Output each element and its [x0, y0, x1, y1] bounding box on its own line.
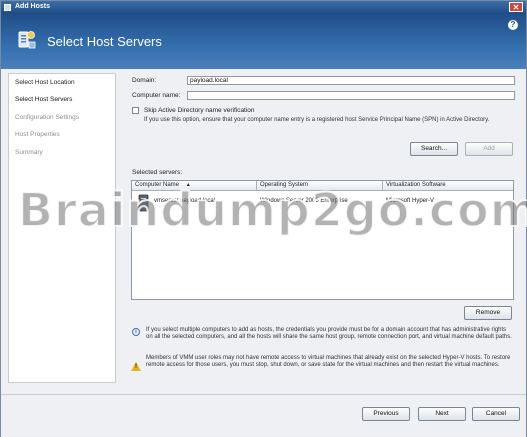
computer-name-label: Computer name:	[132, 92, 181, 99]
add-button[interactable]: Add	[465, 142, 513, 156]
step-configuration-settings[interactable]: Configuration Settings	[15, 114, 79, 121]
info-note: If you select multiple computers to add …	[146, 327, 512, 340]
host-servers-icon	[18, 31, 36, 49]
wizard-footer: Previous Next Cancel	[1, 394, 526, 437]
cancel-button[interactable]: Cancel	[472, 407, 520, 421]
previous-button[interactable]: Previous	[362, 407, 410, 421]
domain-label: Domain:	[132, 77, 157, 84]
step-select-host-location[interactable]: Select Host Location	[15, 79, 75, 86]
skip-ad-label: Skip Active Directory name verification	[144, 107, 255, 114]
step-select-host-servers[interactable]: Select Host Servers	[15, 96, 72, 103]
close-button[interactable]: ✕	[509, 2, 523, 12]
wizard-header: Select Host Servers ?	[1, 14, 526, 69]
watermark: Braindump2go.com	[17, 182, 527, 238]
warning-note: Members of VMM user roles may not have r…	[146, 355, 511, 368]
warning-icon: !	[131, 362, 141, 371]
next-button[interactable]: Next	[418, 407, 466, 421]
search-button[interactable]: Search...	[410, 142, 458, 156]
computer-name-field[interactable]	[187, 91, 515, 100]
title-bar: Add Hosts ✕	[1, 1, 526, 14]
step-host-properties[interactable]: Host Properties	[15, 131, 60, 138]
help-icon[interactable]: ?	[508, 20, 518, 30]
selected-servers-label: Selected servers:	[132, 169, 183, 176]
skip-ad-hint: If you use this option, ensure that your…	[144, 117, 490, 123]
info-icon: i	[132, 328, 140, 336]
page-title: Select Host Servers	[47, 34, 162, 49]
remove-button[interactable]: Remove	[464, 306, 512, 320]
step-summary[interactable]: Summary	[15, 149, 43, 156]
app-icon	[4, 4, 11, 11]
skip-ad-checkbox[interactable]	[132, 107, 139, 114]
domain-field[interactable]: payload.local	[187, 76, 515, 85]
window-title: Add Hosts	[15, 3, 50, 10]
